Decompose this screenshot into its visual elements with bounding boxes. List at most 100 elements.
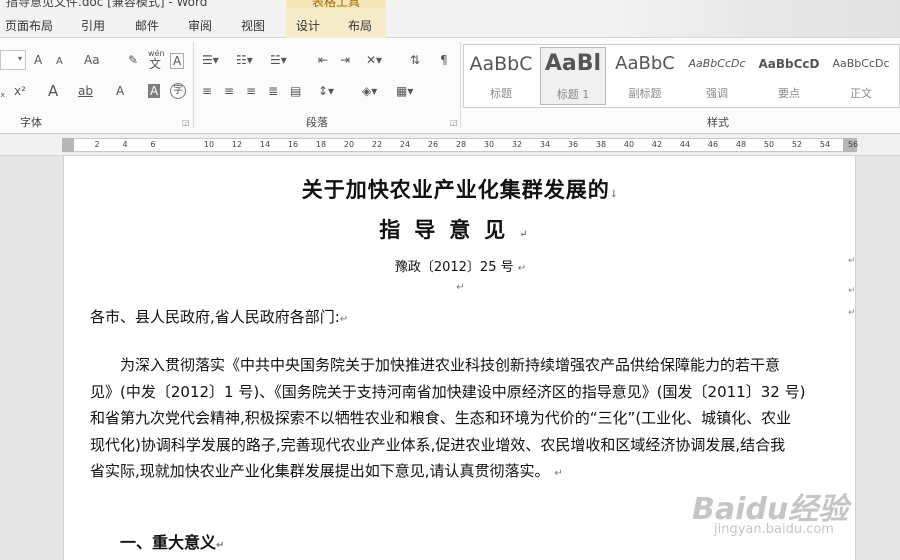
paragraph-line: 见》(中发〔2012〕1 号)、《国务院关于支持河南省加快建设中原经济区的指导意… [90, 382, 806, 401]
tab-design[interactable]: 设计 [296, 17, 320, 34]
ruler-tick-label: 4 [122, 140, 128, 149]
ruler-tick-label: 46 [707, 140, 719, 149]
text-effects-button[interactable]: A [48, 84, 58, 99]
grow-font-button[interactable]: A [34, 53, 42, 67]
doc-number: 豫政〔2012〕25 号 ↵ [394, 260, 527, 275]
paragraph-group-label: 段落 [306, 116, 328, 129]
styles-gallery: AaBbC 标题 AaBl 标题 1 AaBbC 副标题 AaBbCcDc 强调… [463, 44, 900, 108]
ribbon: ▾ A A Aa ✎ wén 文 A ₓ x² A ab A A 字 字体 ◲ … [0, 38, 900, 134]
tab-mailings[interactable]: 邮件 [135, 17, 159, 34]
style-normal[interactable]: AaBbCcDc 正文 [828, 47, 894, 105]
change-case-button[interactable]: Aa [84, 53, 100, 67]
shading-icon[interactable]: ◈▾ [362, 84, 377, 98]
ruler-tick-label: 12 [231, 140, 243, 149]
bullets-icon[interactable]: ☰▾ [202, 53, 219, 67]
window-title: 指导意见文件.doc [兼容模式] - Word [6, 0, 208, 8]
ruler-tick-label: 28 [455, 140, 467, 149]
enclose-characters-button[interactable]: 字 [170, 83, 186, 99]
tab-review[interactable]: 审阅 [188, 17, 212, 34]
tab-view[interactable]: 视图 [241, 17, 265, 34]
tab-page-layout[interactable]: 页面布局 [5, 17, 53, 34]
ruler-tick-label: 56 [847, 140, 859, 149]
highlight-button[interactable]: ab [78, 84, 93, 98]
paragraph-dialog-launcher-icon[interactable]: ◲ [450, 118, 458, 127]
watermark-url: jingyan.baidu.com [714, 522, 834, 537]
doc-title-line-2: 指导意见↵ [379, 217, 542, 242]
subscript-button[interactable]: ₓ [0, 86, 5, 100]
style-emphasis[interactable]: AaBbCcDc 强调 [684, 47, 750, 105]
salutation: 各市、县人民政府,省人民政府各部门:↵ [90, 308, 349, 326]
doc-title-line-1: 关于加快农业产业化集群发展的↓ [301, 177, 620, 202]
tab-references[interactable]: 引用 [81, 17, 105, 34]
group-separator [460, 42, 461, 128]
empty-paragraph-mark: ↵ [456, 282, 465, 293]
style-strong[interactable]: AaBbCcD 要点 [756, 47, 822, 105]
multilevel-list-icon[interactable]: ☱▾ [270, 53, 287, 67]
font-group-label: 字体 [20, 116, 42, 129]
borders-icon[interactable]: ▦▾ [396, 84, 413, 98]
line-spacing-icon[interactable]: ↕▾ [318, 84, 334, 98]
distribute-icon[interactable]: ▤ [290, 84, 301, 98]
align-left-icon[interactable]: ≡ [202, 84, 212, 98]
ruler-tick-label: 52 [791, 140, 803, 149]
phonetic-guide-button[interactable]: 文 [149, 57, 161, 71]
font-size-combo[interactable]: ▾ [0, 50, 26, 70]
align-center-icon[interactable]: ≡ [224, 84, 234, 98]
tab-layout[interactable]: 布局 [348, 17, 372, 34]
ruler-tick-label: 50 [763, 140, 775, 149]
table-end-mark: ↵ [848, 286, 856, 296]
ruler-tick-label: 6 [150, 140, 156, 149]
ruler-tick-label: 40 [623, 140, 635, 149]
style-title[interactable]: AaBbC 标题 [468, 47, 534, 105]
section-heading: 一、重大意义↵ [120, 533, 225, 552]
ruler-tick-label: 16 [287, 140, 299, 149]
ruler-tick-label: 14 [259, 140, 271, 149]
style-heading-1[interactable]: AaBl 标题 1 [540, 47, 606, 105]
show-marks-icon[interactable]: ¶ [440, 53, 448, 67]
style-subtitle[interactable]: AaBbC 副标题 [612, 47, 678, 105]
table-end-mark: ↵ [848, 308, 856, 318]
baidu-watermark-logo: Baidu经验 jingyan.baidu.com [692, 484, 892, 554]
ruler-tick-label: 38 [595, 140, 607, 149]
font-color-button[interactable]: A [116, 84, 124, 98]
decrease-indent-icon[interactable]: ⇤ [318, 53, 328, 67]
ruler-tick-label: 2 [94, 140, 100, 149]
paragraph-line: 现代化)协调科学发展的路子,完善现代农业产业体系,促进农业增效、农民增收和区域经… [90, 435, 786, 454]
ruler-tick-label: 26 [427, 140, 439, 149]
superscript-button[interactable]: x² [14, 84, 26, 98]
justify-icon[interactable]: ≣ [268, 84, 278, 98]
styles-group-label: 样式 [707, 116, 729, 129]
shrink-font-button[interactable]: A [56, 55, 63, 69]
paragraph-line: 为深入贯彻落实《中共中央国务院关于加快推进农业科技创新持续增强农产品供给保障能力… [120, 356, 781, 374]
ruler-tick-label: 54 [819, 140, 831, 149]
title-bar: 指导意见文件.doc [兼容模式] - Word 表格工具 [0, 0, 900, 8]
character-border-button[interactable]: A [170, 53, 185, 69]
body-paragraph: 为深入贯彻落实《中共中央国务院关于加快推进农业科技创新持续增强农产品供给保障能力… [90, 352, 832, 488]
ruler-tick-label: 10 [203, 140, 215, 149]
ruler-tick-label: 48 [735, 140, 747, 149]
ruler-tick-label: 20 [343, 140, 355, 149]
font-dialog-launcher-icon[interactable]: ◲ [182, 118, 190, 127]
increase-indent-icon[interactable]: ⇥ [340, 53, 350, 67]
numbering-icon[interactable]: ☷▾ [236, 53, 253, 67]
chinese-layout-icon[interactable]: ✕▾ [366, 53, 382, 67]
ruler-tick-label: 42 [651, 140, 663, 149]
sort-icon[interactable]: ⇅ [410, 53, 420, 67]
clear-formatting-icon[interactable]: ✎ [128, 53, 138, 67]
align-right-icon[interactable]: ≡ [246, 84, 256, 98]
ruler-tick-label: 36 [567, 140, 579, 149]
ribbon-tabs: 页面布局 引用 邮件 审阅 视图 设计 布局 [0, 8, 900, 38]
ruler-tick-label: 34 [539, 140, 551, 149]
group-separator [193, 42, 194, 128]
context-group-label: 表格工具 [286, 0, 386, 8]
table-end-mark: ↵ [848, 256, 856, 266]
ruler-tick-label: 24 [399, 140, 411, 149]
horizontal-ruler[interactable]: 2 4 6 10 12 14 16 18 20 22 24 26 28 30 32 34 36 38 40 42 44 4… [0, 134, 900, 156]
ruler-tick-label: 30 [483, 140, 495, 149]
ruler-tick-label: 32 [511, 140, 523, 149]
ruler-tick-label: 44 [679, 140, 691, 149]
paragraph-line: 和省第九次党代会精神,积极探索不以牺牲农业和粮食、生态和环境为代价的“三化”(工… [90, 409, 792, 428]
ruler-tick-label: 18 [315, 140, 327, 149]
left-indent-marker[interactable] [62, 138, 74, 152]
character-shading-button[interactable]: A [148, 84, 161, 98]
